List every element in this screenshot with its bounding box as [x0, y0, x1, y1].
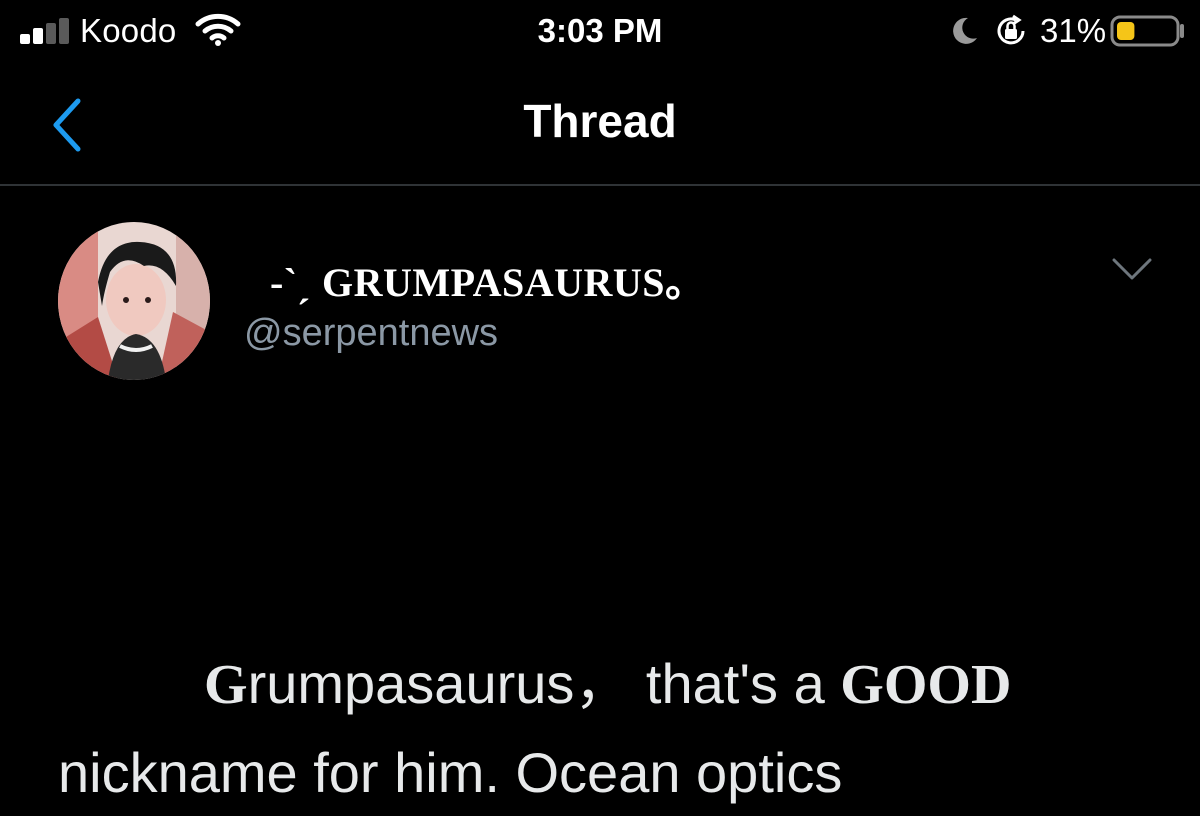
tweet-text-line: Grumpasaurus， that's a GOOD — [58, 640, 1178, 729]
avatar[interactable] — [58, 222, 210, 380]
tweet-text-line: nickname for him. Ocean optics — [58, 741, 843, 804]
tweet-text-segment: rumpasaurus， that's a — [247, 652, 841, 715]
tweet-drop-letter: G — [204, 654, 248, 716]
rotation-lock-icon — [997, 14, 1025, 45]
tweet-bold-word: GOOD — [840, 654, 1012, 716]
display-name[interactable]: -`ˏ GRUMPASAURUS。 — [270, 250, 706, 308]
chevron-down-icon[interactable] — [1110, 254, 1154, 284]
moon-icon — [953, 17, 977, 44]
battery-percentage: 31% — [1040, 12, 1107, 49]
thread-header: Thread — [0, 62, 1200, 186]
tweet-text: Grumpasaurus， that's a GOOD nickname for… — [58, 640, 1178, 816]
status-bar: Koodo 3:03 PM 31% — [0, 0, 1200, 62]
user-handle[interactable]: @serpentnews — [244, 312, 498, 355]
page-title: Thread — [523, 95, 677, 147]
battery-icon — [1110, 15, 1184, 47]
